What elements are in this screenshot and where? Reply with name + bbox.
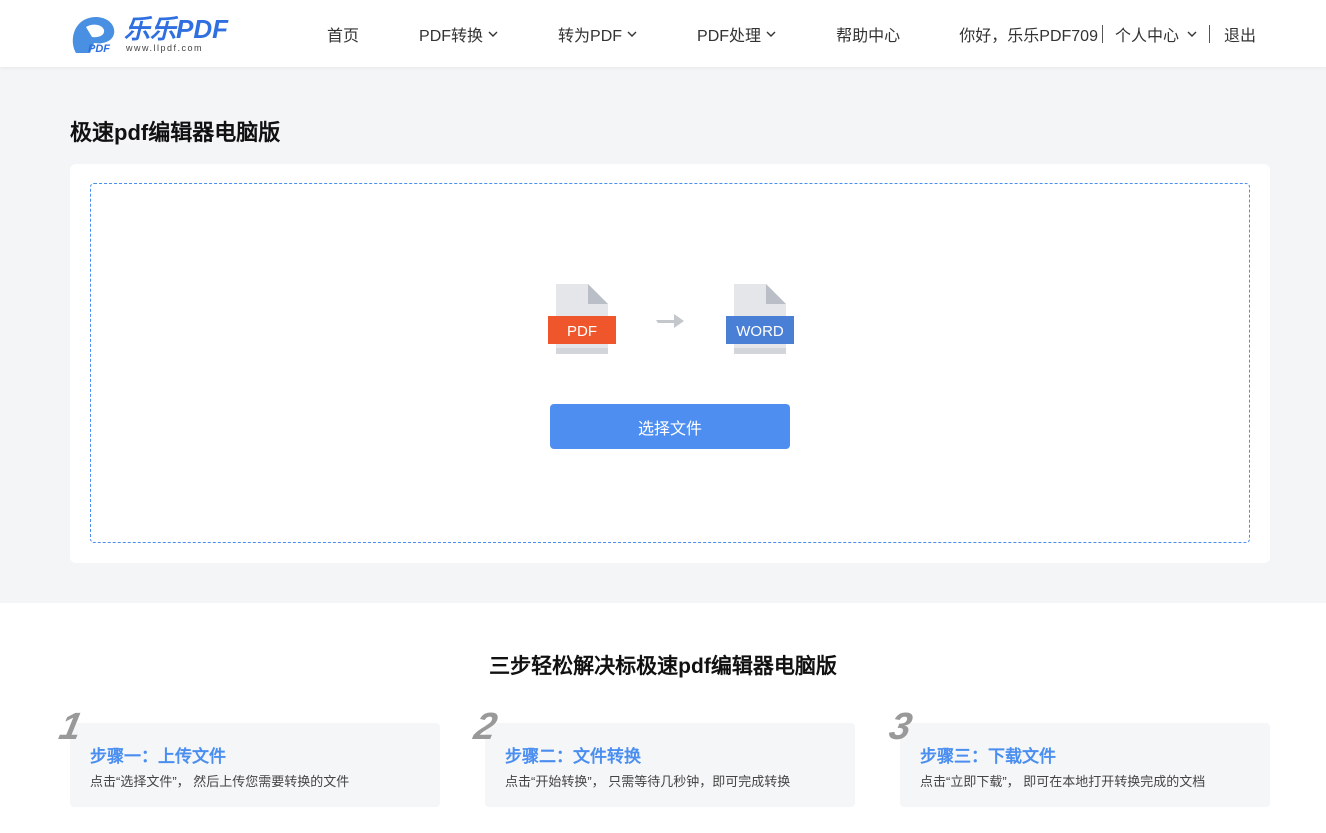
upload-section: 极速pdf编辑器电脑版 PDF WORD 选择文件 [0, 67, 1326, 603]
nav-item-to-pdf[interactable]: 转为PDF [558, 22, 637, 46]
divider [1208, 24, 1210, 43]
chevron-down-icon[interactable] [1187, 29, 1197, 39]
logo-title: 乐乐PDF [124, 14, 229, 44]
step-desc: 点击“立即下载”， 即可在本地打开转换完成的文档 [920, 774, 1206, 789]
user-greeting: 你好，乐乐PDF709 [959, 27, 1098, 45]
chevron-down-icon [488, 31, 498, 37]
conversion-illustration: PDF WORD [548, 284, 798, 356]
chevron-down-icon [766, 31, 776, 37]
step-number: 3 [885, 706, 916, 748]
step-card-2: 2 步骤二：文件转换 点击“开始转换”， 只需等待几秒钟，即可完成转换 [471, 706, 855, 807]
top-header: PDF 乐乐PDF www.llpdf.com 首页 PDF转换 转为PDF P… [0, 0, 1326, 67]
step-desc: 点击“开始转换”， 只需等待几秒钟，即可完成转换 [505, 774, 791, 789]
nav-item-home[interactable]: 首页 [327, 22, 359, 46]
word-file-icon: WORD [726, 284, 794, 354]
step-title: 步骤三：下载文件 [920, 747, 1056, 766]
svg-text:PDF: PDF [567, 323, 597, 340]
step-number: 2 [470, 706, 501, 748]
svg-text:WORD: WORD [736, 323, 784, 340]
nav-label: 首页 [327, 27, 360, 45]
nav-item-pdf-convert[interactable]: PDF转换 [419, 22, 498, 46]
step-number: 1 [55, 706, 86, 748]
step-card-3: 3 步骤三：下载文件 点击“立即下载”， 即可在本地打开转换完成的文档 [886, 706, 1270, 807]
pdf-file-icon: PDF [548, 284, 616, 354]
page-title: 极速pdf编辑器电脑版 [70, 120, 281, 145]
svg-text:PDF: PDF [88, 43, 110, 55]
nav-label: 帮助中心 [836, 27, 901, 45]
chevron-down-icon [627, 31, 637, 37]
step-title: 步骤二：文件转换 [505, 747, 641, 766]
step-card-1: 1 步骤一：上传文件 点击“选择文件”， 然后上传您需要转换的文件 [56, 706, 440, 807]
site-logo[interactable]: PDF 乐乐PDF www.llpdf.com [68, 12, 238, 56]
logo-mark-icon: PDF [68, 13, 120, 55]
steps-title: 三步轻松解决标极速pdf编辑器电脑版 [489, 655, 837, 678]
step-title: 步骤一：上传文件 [90, 747, 226, 766]
logo-url: www.llpdf.com [126, 43, 204, 53]
nav-label: PDF转换 [419, 27, 484, 45]
nav-item-help[interactable]: 帮助中心 [836, 22, 900, 46]
main-nav: 首页 PDF转换 转为PDF PDF处理 帮助中心 [327, 0, 960, 67]
nav-item-pdf-process[interactable]: PDF处理 [697, 22, 776, 46]
file-dropzone[interactable]: PDF WORD 选择文件 [90, 183, 1250, 543]
divider [1101, 24, 1103, 43]
arrow-right-icon [656, 314, 684, 328]
step-desc: 点击“选择文件”， 然后上传您需要转换的文件 [90, 774, 350, 789]
select-file-button[interactable]: 选择文件 [550, 404, 790, 449]
upload-card: PDF WORD 选择文件 [70, 164, 1270, 563]
user-area: 你好，乐乐PDF709 个人中心 退出 [959, 0, 1256, 67]
nav-label: 转为PDF [558, 27, 623, 45]
personal-center-link[interactable]: 个人中心 [1115, 22, 1179, 46]
nav-label: PDF处理 [697, 27, 762, 45]
logout-link[interactable]: 退出 [1224, 22, 1256, 46]
